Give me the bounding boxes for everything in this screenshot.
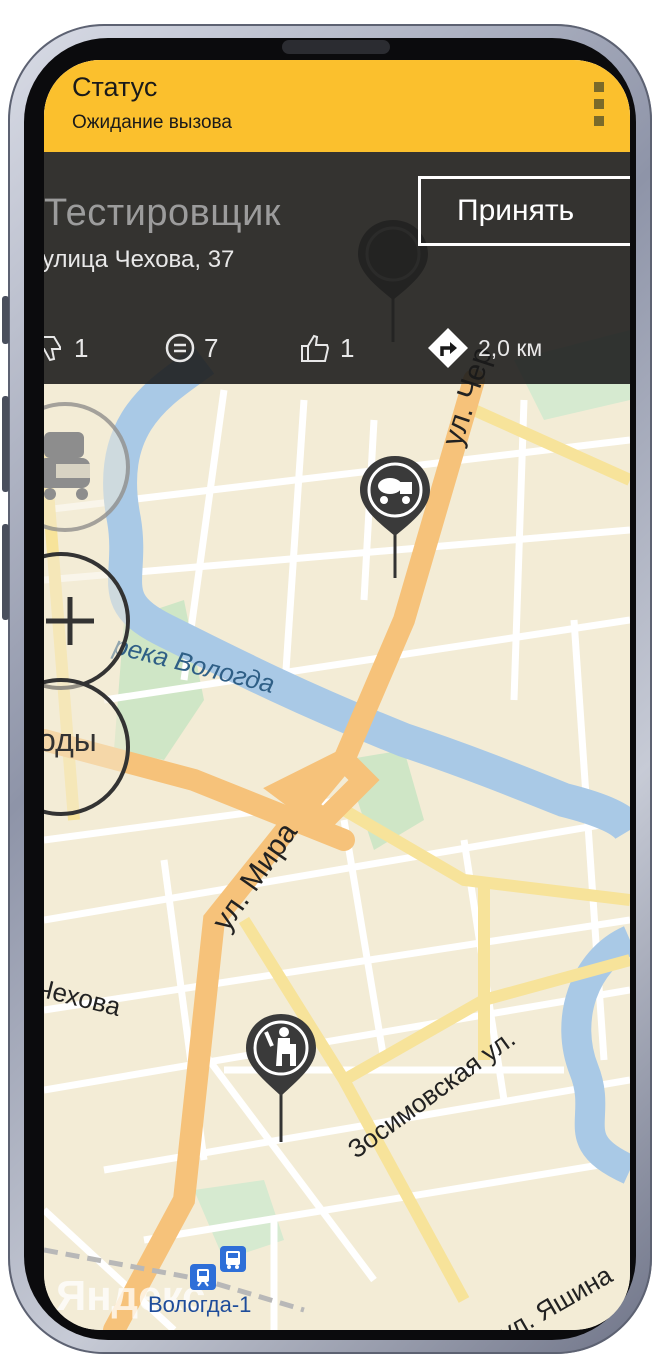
- side-button-silent: [2, 296, 9, 344]
- status-title: Статус: [72, 72, 158, 102]
- reviews-count: 7: [204, 332, 219, 363]
- thumbs-up-icon: [301, 334, 330, 362]
- dislike-stat: 1: [44, 330, 88, 366]
- client-name: Тестировщик: [44, 192, 281, 234]
- overflow-menu-icon[interactable]: [594, 82, 604, 126]
- side-button-volume-down: [2, 524, 9, 620]
- accept-button[interactable]: Принять: [418, 176, 630, 246]
- side-button-volume-up: [2, 396, 9, 492]
- person-sitting-pin-icon[interactable]: [242, 1010, 320, 1146]
- status-subtitle: Ожидание вызова: [72, 112, 232, 133]
- reviews-stat: 7: [164, 330, 218, 366]
- distance-value: 2,0 км: [478, 334, 543, 361]
- traffic-cars-icon: [44, 432, 90, 500]
- like-stat: 1: [298, 330, 354, 366]
- zoom-in-button[interactable]: [44, 552, 130, 690]
- app-screen: ул. Чер река Вологда ул. Мира Чехова Зос…: [44, 60, 630, 1330]
- dislike-count: 1: [74, 332, 89, 363]
- status-header: Статус Ожидание вызова: [44, 60, 630, 152]
- thumbs-down-icon: [44, 336, 61, 362]
- like-count: 1: [340, 332, 355, 363]
- bus-stop-icon: [220, 1246, 246, 1272]
- client-address: улица Чехова, 37: [44, 246, 235, 273]
- plus-icon: [46, 597, 94, 645]
- zoom-out-label: оды: [44, 722, 97, 758]
- traffic-toggle-button[interactable]: [44, 402, 130, 532]
- map-label-station: Вологда-1: [148, 1292, 252, 1317]
- train-station-icon: [190, 1264, 216, 1290]
- speaker-notch: [282, 40, 390, 54]
- comment-equals-icon: [165, 333, 195, 363]
- order-info-panel: Тестировщик улица Чехова, 37 Принять 1 7…: [44, 152, 630, 384]
- concrete-mixer-pin-icon[interactable]: [356, 452, 434, 582]
- distance-stat: 2,0 км: [426, 328, 543, 368]
- turn-right-direction-icon: [428, 328, 468, 368]
